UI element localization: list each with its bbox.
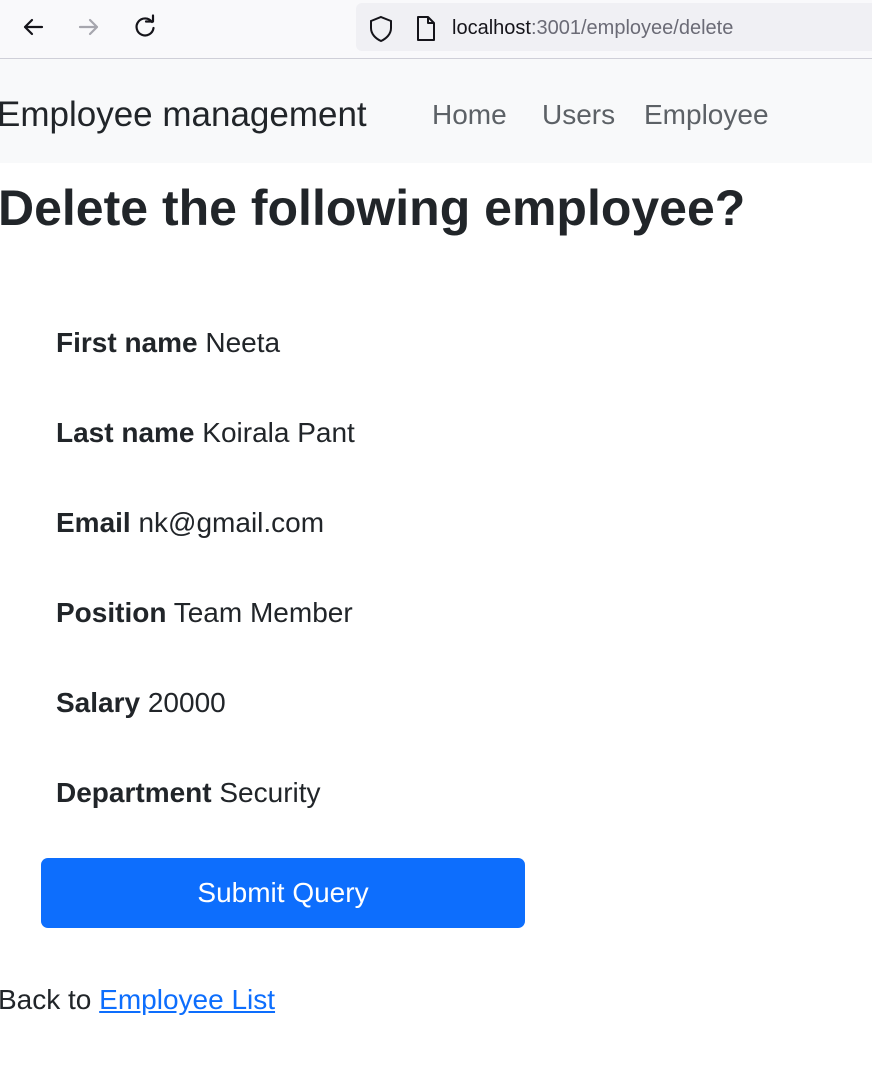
url-text[interactable]: localhost:3001/employee/delete bbox=[452, 15, 733, 41]
back-arrow-icon[interactable] bbox=[16, 10, 50, 44]
employee-list-link[interactable]: Employee List bbox=[99, 984, 275, 1015]
nav-link-users[interactable]: Users bbox=[542, 97, 615, 133]
field-first-name: First name Neeta bbox=[56, 325, 280, 361]
field-label: Department bbox=[56, 777, 212, 808]
field-email: Email nk@gmail.com bbox=[56, 505, 324, 541]
shield-icon[interactable] bbox=[368, 15, 394, 48]
back-prefix: Back to bbox=[0, 984, 100, 1015]
field-value: Neeta bbox=[205, 327, 281, 358]
field-value: nk@gmail.com bbox=[138, 507, 325, 538]
submit-button[interactable]: Submit Query bbox=[41, 858, 525, 928]
field-value: Koirala Pant bbox=[202, 417, 355, 448]
navbar-brand[interactable]: Employee management bbox=[0, 94, 367, 136]
forward-arrow-icon[interactable] bbox=[72, 10, 106, 44]
field-department: Department Security bbox=[56, 775, 321, 811]
url-path: :3001/employee/delete bbox=[530, 17, 734, 39]
field-label: Email bbox=[56, 507, 131, 538]
nav-link-employee[interactable]: Employee bbox=[644, 97, 769, 133]
reload-icon[interactable] bbox=[128, 10, 162, 44]
field-last-name: Last name Koirala Pant bbox=[56, 415, 355, 451]
field-label: First name bbox=[56, 327, 198, 358]
field-value: 20000 bbox=[147, 687, 226, 718]
field-position: Position Team Member bbox=[56, 595, 353, 631]
url-bar[interactable]: localhost:3001/employee/delete bbox=[356, 3, 872, 51]
navbar: Employee management Home Users Employee bbox=[0, 59, 872, 163]
field-salary: Salary 20000 bbox=[56, 685, 226, 721]
field-value: Team Member bbox=[173, 597, 353, 628]
field-label: Last name bbox=[56, 417, 195, 448]
browser-toolbar: localhost:3001/employee/delete bbox=[0, 0, 872, 59]
back-to-list: Back to Employee List bbox=[0, 982, 275, 1018]
url-host: localhost bbox=[452, 17, 531, 39]
page-icon bbox=[414, 15, 438, 48]
field-label: Salary bbox=[56, 687, 141, 718]
field-value: Security bbox=[219, 777, 321, 808]
field-label: Position bbox=[56, 597, 167, 628]
page-title: Delete the following employee? bbox=[0, 180, 746, 236]
nav-link-home[interactable]: Home bbox=[432, 97, 507, 133]
